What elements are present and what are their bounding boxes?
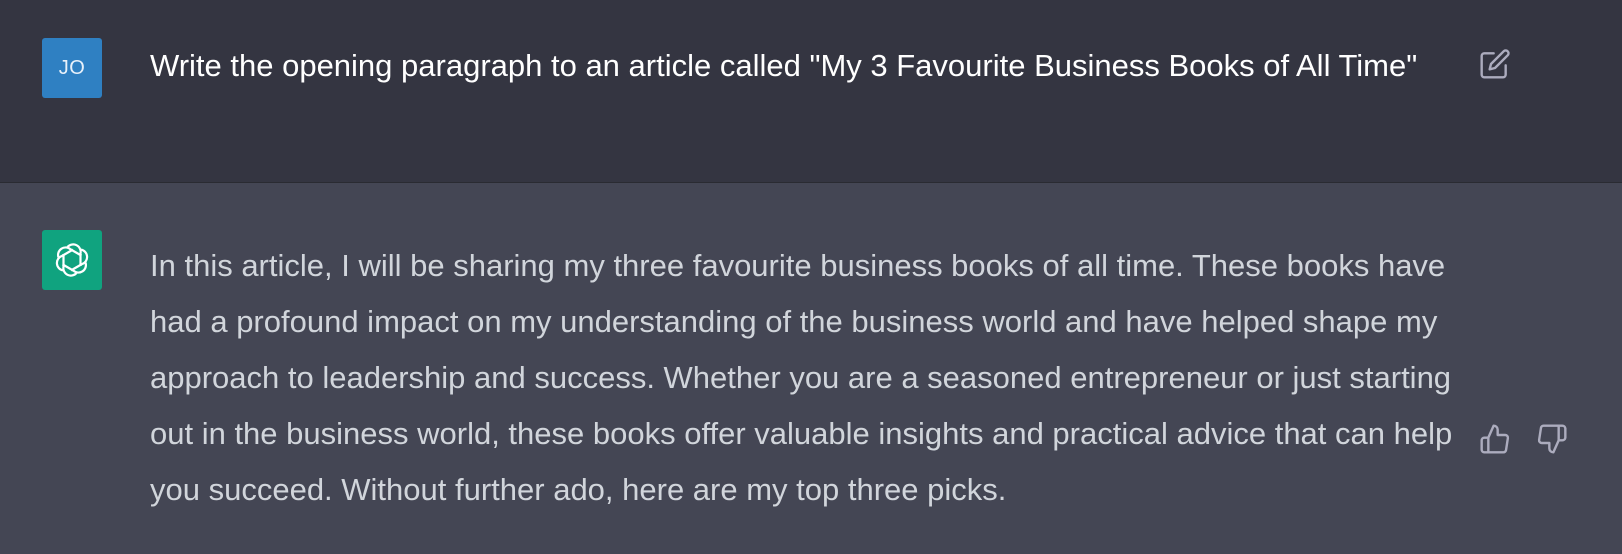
thumbs-up-button[interactable] xyxy=(1475,419,1515,459)
edit-message-button[interactable] xyxy=(1475,44,1515,84)
thumbs-up-icon xyxy=(1480,424,1510,454)
assistant-avatar xyxy=(42,230,102,290)
assistant-message: In this article, I will be sharing my th… xyxy=(0,183,1622,554)
chat-thread: JO Write the opening paragraph to an art… xyxy=(0,0,1622,554)
assistant-message-text: In this article, I will be sharing my th… xyxy=(150,248,1453,507)
user-avatar-initials: JO xyxy=(58,56,86,79)
thumbs-down-button[interactable] xyxy=(1532,419,1572,459)
edit-icon xyxy=(1480,49,1510,79)
thumbs-down-icon xyxy=(1537,424,1567,454)
user-avatar: JO xyxy=(42,38,102,98)
user-message: JO Write the opening paragraph to an art… xyxy=(0,0,1622,183)
openai-logo-icon xyxy=(55,243,89,277)
user-message-text: Write the opening paragraph to an articl… xyxy=(150,48,1418,83)
